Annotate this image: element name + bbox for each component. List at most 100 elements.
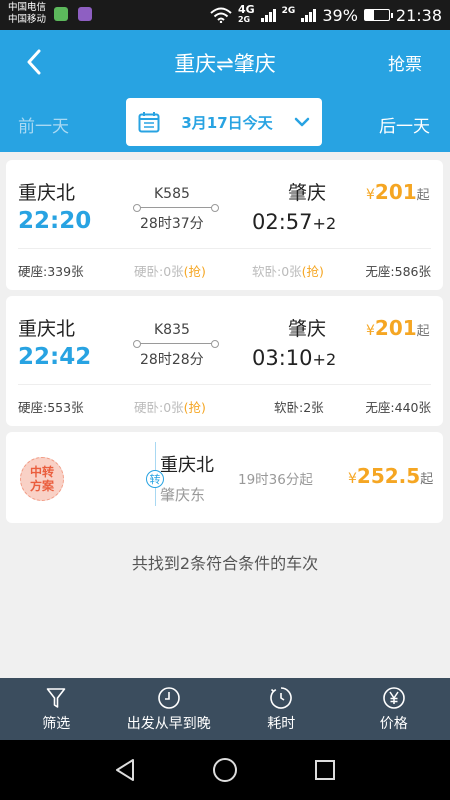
train-card[interactable]: 重庆北 22:20 K585 28时37分 肇庆 02:57+2 ¥201起 硬… [6, 160, 443, 290]
next-day-button[interactable]: 后一天 [379, 112, 430, 137]
clock: 21:38 [395, 5, 442, 25]
price-value: 201 [374, 316, 417, 340]
arrival-station: 肇庆 [288, 318, 327, 340]
day-offset: +2 [312, 214, 337, 233]
signal-icon [260, 8, 276, 22]
currency-symbol: ¥ [348, 471, 357, 487]
seat-label: 软卧:2张 [274, 400, 324, 415]
ticket-price: ¥201起 [366, 316, 430, 340]
grab-ticket-button[interactable]: 抢票 [388, 50, 422, 75]
nav-back-button[interactable] [110, 755, 140, 785]
sort-departure-button[interactable]: 出发从早到晚 [113, 678, 226, 740]
seat-label: 硬卧:0张 [134, 400, 184, 415]
departure-time: 22:42 [18, 344, 92, 370]
seat-soft-sleeper[interactable]: 软卧:0张(抢) [252, 261, 324, 280]
badge-line: 方案 [29, 479, 54, 493]
nav-home-button[interactable] [210, 755, 240, 785]
badge-line: 中转 [29, 465, 54, 479]
sort-duration-button[interactable]: 耗时 [225, 678, 338, 740]
seat-label: 无座:586张 [365, 264, 431, 279]
currency-symbol: ¥ [366, 323, 375, 339]
filter-bar: 筛选 出发从早到晚 耗时 价格 [0, 678, 450, 740]
network-type-label: 2G [237, 15, 251, 24]
calendar-icon [138, 112, 160, 133]
header: 重庆⇌肇庆 抢票 前一天 3月17日今天 后一天 [0, 30, 450, 152]
circle-home-icon [213, 758, 237, 782]
nav-recents-button[interactable] [310, 755, 340, 785]
transfer-duration: 19时36分起 [238, 472, 313, 488]
travel-duration: 28时28分 [140, 352, 204, 368]
seat-hard-sleeper[interactable]: 硬卧:0张(抢) [134, 261, 206, 280]
app-notification-icon [78, 7, 92, 21]
status-bar: 中国电信 中国移动 4G 2G 2G 39% 21:38 [0, 0, 450, 30]
price-value: 252.5 [356, 464, 421, 488]
grab-tag: (抢) [301, 264, 324, 279]
seat-label: 硬座:339张 [18, 264, 84, 279]
timer-icon [270, 686, 293, 709]
price-value: 201 [374, 180, 417, 204]
selected-date: 3月17日今天 [181, 113, 273, 132]
price-suffix: 起 [416, 188, 430, 203]
previous-day-button[interactable]: 前一天 [18, 112, 69, 137]
seat-label: 硬卧:0张 [134, 264, 184, 279]
square-recents-icon [315, 760, 335, 780]
yen-icon [382, 686, 405, 709]
seat-label: 软卧:0张 [252, 264, 302, 279]
filter-label: 筛选 [42, 715, 71, 732]
train-card[interactable]: 重庆北 22:42 K835 28时28分 肇庆 03:10+2 ¥201起 硬… [6, 296, 443, 426]
battery-icon [363, 9, 393, 21]
departure-time: 22:20 [18, 208, 92, 234]
clock-icon [157, 686, 180, 709]
network-type-label: 4G [237, 3, 255, 16]
arrival-station: 肇庆 [288, 182, 327, 204]
filter-button[interactable]: 筛选 [0, 678, 113, 740]
day-offset: +2 [312, 350, 337, 369]
sort-price-button[interactable]: 价格 [338, 678, 450, 740]
app-notification-icon [54, 7, 68, 21]
transfer-from-station: 重庆北 [160, 455, 214, 476]
carrier-1: 中国电信 [8, 2, 47, 13]
seat-label: 无座:440张 [365, 400, 431, 415]
signal-icon [301, 8, 317, 22]
chevron-down-icon [294, 117, 310, 127]
seat-standing: 无座:586张 [365, 261, 431, 280]
arrival-time: 03:10+2 [252, 346, 336, 370]
seat-hard-sleeper[interactable]: 硬卧:0张(抢) [134, 397, 206, 416]
seat-soft-sleeper: 软卧:2张 [274, 397, 324, 416]
route-line [133, 204, 219, 212]
page-title: 重庆⇌肇庆 [174, 52, 276, 76]
filter-icon [46, 687, 66, 708]
divider [18, 248, 431, 249]
price-suffix: 起 [416, 324, 430, 339]
transfer-plan-card[interactable]: 中转 方案 转 重庆北 肇庆东 19时36分起 ¥252.5起 [6, 432, 443, 523]
divider [18, 384, 431, 385]
wifi-icon [210, 7, 232, 23]
date-picker[interactable]: 3月17日今天 [126, 98, 322, 146]
sort-departure-label: 出发从早到晚 [126, 715, 211, 732]
route-line [133, 340, 219, 348]
departure-station: 重庆北 [18, 182, 76, 204]
arrival-time: 02:57+2 [252, 210, 336, 234]
travel-duration: 28时37分 [140, 216, 204, 232]
seat-hard-seat: 硬座:339张 [18, 261, 84, 280]
departure-station: 重庆北 [18, 318, 76, 340]
grab-tag: (抢) [183, 400, 206, 415]
transfer-to-station: 肇庆东 [160, 486, 206, 504]
arrival-clock: 02:57 [252, 210, 313, 234]
carrier-labels: 中国电信 中国移动 [8, 2, 46, 26]
price-suffix: 起 [420, 472, 434, 487]
train-number: K585 [154, 186, 190, 202]
battery-percent: 39% [322, 5, 358, 25]
arrival-clock: 03:10 [252, 346, 313, 370]
seat-label: 硬座:553张 [18, 400, 84, 415]
sort-price-label: 价格 [379, 715, 408, 732]
network-type-label: 2G [281, 6, 296, 16]
seat-standing: 无座:440张 [365, 397, 431, 416]
carrier-2: 中国移动 [8, 14, 47, 25]
seat-hard-seat: 硬座:553张 [18, 397, 84, 416]
transfer-plan-badge: 中转 方案 [20, 457, 64, 501]
triangle-back-icon [116, 759, 134, 781]
ticket-price: ¥201起 [366, 180, 430, 204]
currency-symbol: ¥ [366, 187, 375, 203]
sort-duration-label: 耗时 [267, 715, 296, 732]
